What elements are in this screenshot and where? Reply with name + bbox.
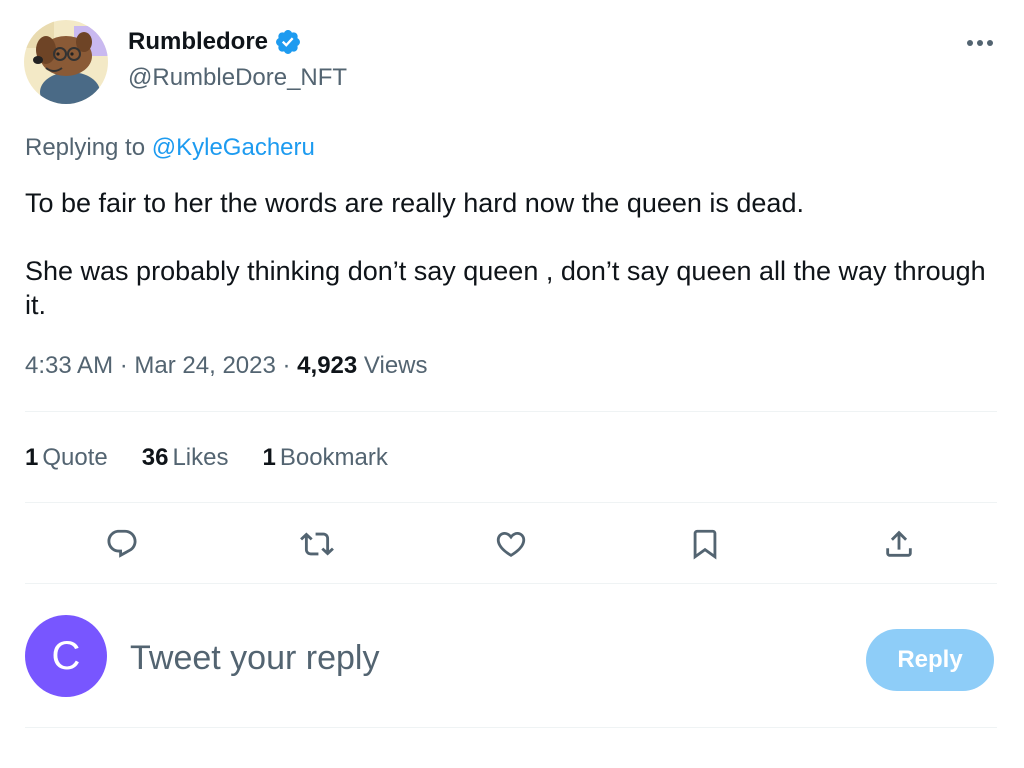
action-bar	[25, 520, 997, 568]
retweet-icon	[300, 532, 334, 556]
stat-label: Likes	[172, 444, 229, 471]
tweet-date: Mar 24, 2023	[134, 352, 276, 379]
retweet-button[interactable]	[293, 520, 341, 568]
more-options-button[interactable]	[958, 28, 1002, 58]
meta-separator: ·	[119, 352, 128, 379]
tweet-timestamp[interactable]: 4:33 AM · Mar 24, 2023	[25, 352, 276, 379]
reply-input[interactable]	[130, 632, 820, 684]
bookmark-button[interactable]	[681, 520, 729, 568]
likes-stat[interactable]: 36 Likes	[142, 444, 229, 472]
views-link[interactable]: 4,923 Views	[297, 352, 427, 379]
divider	[25, 502, 997, 503]
meta-separator: ·	[282, 352, 291, 379]
stat-count: 1	[25, 444, 39, 471]
tweet-meta: 4:33 AM · Mar 24, 2023 · 4,923 Views	[25, 352, 428, 380]
heart-icon	[496, 531, 526, 557]
stat-count: 36	[141, 444, 169, 471]
share-upload-icon	[886, 530, 912, 557]
stat-count: 1	[262, 444, 276, 471]
engagement-stats: 1 Quote 36 Likes 1 Bookmark	[25, 444, 388, 472]
stat-label: Quote	[42, 444, 108, 471]
share-button[interactable]	[875, 520, 923, 568]
tweet-page: Rumbledore @RumbleDore_NFT Replying to @…	[0, 0, 1024, 768]
tweet-text: To be fair to her the words are really h…	[25, 186, 1000, 322]
composer-avatar-letter: C	[51, 633, 81, 678]
divider	[25, 727, 997, 728]
mention-link[interactable]: @KyleGacheru	[152, 134, 315, 161]
tweet-time: 4:33 AM	[25, 352, 114, 379]
divider	[25, 583, 997, 584]
reply-bubble-icon	[107, 529, 137, 558]
views-count: 4,923	[297, 352, 358, 379]
verified-badge-icon	[276, 30, 300, 54]
bookmark-icon	[693, 529, 717, 560]
replying-to-label: Replying to	[25, 134, 146, 161]
bookmarks-stat[interactable]: 1 Bookmark	[262, 444, 387, 472]
display-name-row: Rumbledore	[128, 28, 302, 56]
display-name[interactable]: Rumbledore	[128, 28, 268, 56]
cartoon-dog-avatar-icon	[24, 20, 108, 104]
more-horizontal-icon	[967, 40, 993, 46]
views-label: Views	[363, 352, 428, 379]
composer-avatar: C	[25, 615, 107, 697]
stat-label: Bookmark	[279, 444, 388, 471]
reply-button[interactable]	[98, 520, 146, 568]
like-button[interactable]	[487, 520, 535, 568]
reply-submit-button[interactable]: Reply	[866, 629, 994, 691]
author-avatar[interactable]	[24, 20, 108, 104]
tweet-paragraph: She was probably thinking don’t say quee…	[25, 256, 986, 320]
replying-to: Replying to @KyleGacheru	[25, 134, 315, 162]
tweet-paragraph: To be fair to her the words are really h…	[25, 188, 804, 218]
quotes-stat[interactable]: 1 Quote	[25, 444, 108, 472]
divider	[25, 411, 997, 412]
author-handle[interactable]: @RumbleDore_NFT	[128, 64, 347, 92]
